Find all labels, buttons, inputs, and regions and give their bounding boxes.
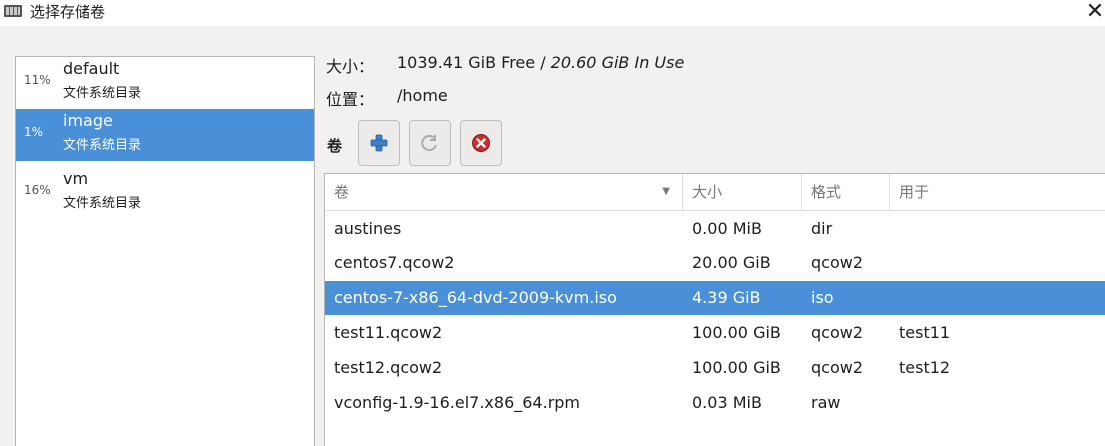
column-header-size[interactable]: 大小 xyxy=(683,174,802,210)
volume-size: 100.00 GiB xyxy=(692,323,781,342)
refresh-button[interactable] xyxy=(409,120,451,166)
storage-app-icon xyxy=(4,5,22,17)
pool-usage: 16% xyxy=(24,183,51,197)
volume-format: qcow2 xyxy=(811,323,864,342)
volume-format: iso xyxy=(811,288,834,307)
pool-type: 文件系统目录 xyxy=(63,86,142,101)
plus-icon xyxy=(370,134,388,152)
column-label: 用于 xyxy=(899,183,930,201)
volume-size: 20.00 GiB xyxy=(692,253,771,272)
location-value: /home xyxy=(397,86,448,105)
table-row[interactable]: test12.qcow2 100.00 GiB qcow2 test12 xyxy=(325,351,1105,385)
column-header-volume[interactable]: 卷 ▼ xyxy=(325,174,683,210)
refresh-icon xyxy=(421,135,437,152)
volume-used-by: test11 xyxy=(899,323,951,342)
volume-name: centos7.qcow2 xyxy=(334,253,455,272)
column-label: 大小 xyxy=(692,183,723,201)
volume-name: vconfig-1.9-16.el7.x86_64.rpm xyxy=(334,393,581,412)
volume-name: centos-7-x86_64-dvd-2009-kvm.iso xyxy=(334,288,617,307)
volume-name: test11.qcow2 xyxy=(334,323,443,342)
column-label: 卷 xyxy=(334,183,350,201)
volume-size: 100.00 GiB xyxy=(692,358,781,377)
column-label: 格式 xyxy=(811,183,842,201)
pool-list[interactable]: 11% default 文件系统目录 1% image 文件系统目录 16% v… xyxy=(15,56,315,446)
table-row[interactable]: test11.qcow2 100.00 GiB qcow2 test11 xyxy=(325,316,1105,350)
pool-name: vm xyxy=(63,169,89,188)
volume-format: qcow2 xyxy=(811,253,864,272)
volume-size: 4.39 GiB xyxy=(692,288,761,307)
table-row[interactable]: centos-7-x86_64-dvd-2009-kvm.iso 4.39 Gi… xyxy=(325,281,1105,315)
pool-usage: 1% xyxy=(24,125,44,139)
pool-name: default xyxy=(63,59,120,78)
volume-size: 0.00 MiB xyxy=(692,219,762,238)
size-value: 1039.41 GiB Free / 20.60 GiB In Use xyxy=(397,53,684,72)
column-header-format[interactable]: 格式 xyxy=(802,174,890,210)
volume-format: raw xyxy=(811,393,841,412)
pool-item-vm[interactable]: 16% vm 文件系统目录 xyxy=(16,167,314,219)
size-free: 1039.41 GiB Free / xyxy=(397,53,551,72)
pool-type: 文件系统目录 xyxy=(63,196,142,211)
table-header: 卷 ▼ 大小 格式 用于 xyxy=(325,174,1105,211)
location-label: 位置： xyxy=(326,90,375,109)
pool-usage: 11% xyxy=(24,73,51,87)
volume-format: dir xyxy=(811,219,833,238)
volumes-label: 卷 xyxy=(327,137,343,155)
pool-item-image[interactable]: 1% image 文件系统目录 xyxy=(16,109,314,161)
pool-item-default[interactable]: 11% default 文件系统目录 xyxy=(16,57,314,109)
volume-name: austines xyxy=(334,219,402,238)
pool-type: 文件系统目录 xyxy=(63,138,142,153)
column-header-used-by[interactable]: 用于 xyxy=(890,174,1105,210)
table-row[interactable]: vconfig-1.9-16.el7.x86_64.rpm 0.03 MiB r… xyxy=(325,386,1105,420)
sort-descending-icon: ▼ xyxy=(662,186,670,197)
size-label: 大小： xyxy=(326,57,375,76)
delete-volume-button[interactable] xyxy=(460,120,502,166)
delete-icon xyxy=(472,134,490,152)
volume-used-by: test12 xyxy=(899,358,951,377)
pool-name: image xyxy=(63,111,113,130)
table-row[interactable]: centos7.qcow2 20.00 GiB qcow2 xyxy=(325,246,1105,280)
add-volume-button[interactable] xyxy=(358,120,400,166)
title-bar: 选择存储卷 ✕ xyxy=(0,0,1105,26)
window-title: 选择存储卷 xyxy=(30,3,106,21)
volume-name: test12.qcow2 xyxy=(334,358,443,377)
volume-size: 0.03 MiB xyxy=(692,393,762,412)
volume-table[interactable]: 卷 ▼ 大小 格式 用于 austines 0.00 MiB dir cento… xyxy=(324,173,1105,446)
table-row[interactable]: austines 0.00 MiB dir xyxy=(325,212,1105,246)
size-in-use: 20.60 GiB In Use xyxy=(550,53,685,72)
volume-format: qcow2 xyxy=(811,358,864,377)
close-icon[interactable]: ✕ xyxy=(1085,1,1105,23)
